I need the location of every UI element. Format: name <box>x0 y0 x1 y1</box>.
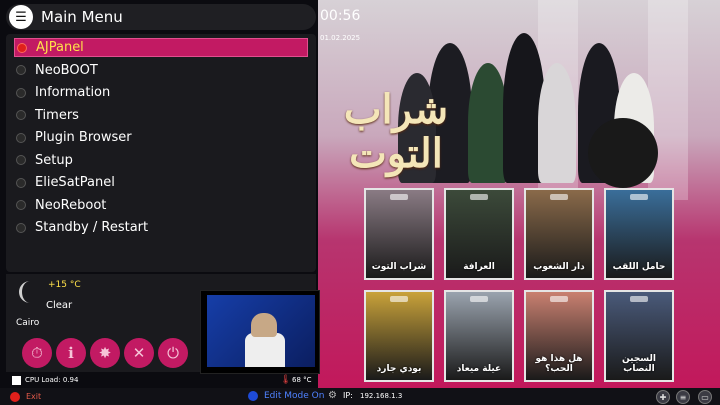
channel-logo-icon <box>630 296 648 302</box>
ip-value: 192.168.1.3 <box>360 392 403 400</box>
poster-tile[interactable]: حامل اللقب <box>604 188 674 280</box>
channel-logo-icon <box>550 296 568 302</box>
power-icon[interactable]: ⏻ <box>158 338 188 368</box>
bullet-icon <box>17 42 27 53</box>
menu-item-label: NeoReboot <box>35 197 107 213</box>
channel-logo-icon <box>390 296 408 302</box>
bullet-icon <box>16 200 26 210</box>
menu-item[interactable]: Information <box>14 83 308 102</box>
text-key-icon[interactable]: ▭ <box>698 390 712 404</box>
menu-item-label: Timers <box>35 107 79 123</box>
menu-key-icon[interactable]: ≡ <box>676 390 690 404</box>
poster-title: بودي جارد <box>376 364 422 374</box>
tv-preview[interactable] <box>200 290 320 374</box>
channel-logo-icon <box>470 194 488 200</box>
exit-button[interactable]: Exit <box>26 392 41 401</box>
menu-item[interactable]: NeoReboot <box>14 196 308 215</box>
cpu-load: CPU Load: 0.94 <box>25 376 79 384</box>
menu-item[interactable]: Standby / Restart <box>14 218 308 237</box>
poster-tile[interactable]: دار الشعوب <box>524 188 594 280</box>
menu-item-label: ElieSatPanel <box>35 175 115 190</box>
poster-title: دار الشعوب <box>533 262 585 272</box>
status-line: CPU Load: 0.94 🌡 68 °C <box>0 372 318 388</box>
clock-time: 00:56 <box>320 8 361 24</box>
poster-title: حامل اللقب <box>612 262 666 272</box>
cast-figure <box>538 63 576 183</box>
menu-item-label: Standby / Restart <box>35 220 149 235</box>
poster-title: عيلة ميعاد <box>456 364 502 374</box>
bullet-icon <box>16 110 26 120</box>
menu-item[interactable]: Setup <box>14 151 308 170</box>
plugins-icon[interactable]: ✸ <box>90 338 120 368</box>
bullet-icon <box>16 132 26 143</box>
network-icon: ⚙ <box>328 390 337 401</box>
timer-icon[interactable]: ⏱ <box>22 338 52 368</box>
ip-label: IP: <box>343 391 353 400</box>
cpu-checkbox-icon <box>12 375 21 385</box>
navigation-icon[interactable]: ✚ <box>656 390 670 404</box>
blue-key-icon[interactable] <box>248 391 258 401</box>
thermometer-icon: 🌡 <box>280 375 292 385</box>
menu-item[interactable]: ElieSatPanel <box>14 173 308 192</box>
red-key-icon[interactable] <box>10 391 20 402</box>
channel-logo-icon <box>630 194 648 200</box>
menu-item-label: Information <box>35 85 111 100</box>
bullet-icon <box>16 65 26 75</box>
cpu-temperature: 68 °C <box>292 376 312 384</box>
moon-icon <box>19 281 30 303</box>
main-menu-panel: ☰ Main Menu AJPanel NeoBOOT Information Tim… <box>6 4 320 374</box>
featured-title-line: شراب <box>343 86 449 133</box>
poster-title: العرافة <box>463 262 495 272</box>
menu-item-label: AJPanel <box>36 40 84 55</box>
featured-title: شراب التوت <box>336 88 456 176</box>
edit-mode-button[interactable]: Edit Mode On <box>264 391 324 401</box>
menu-item[interactable]: AJPanel <box>14 38 308 57</box>
tools-icon[interactable]: ✕ <box>124 338 154 368</box>
bullet-icon <box>16 87 26 98</box>
bullet-icon <box>16 155 26 165</box>
tv-preview-person <box>251 313 277 337</box>
page-title: Main Menu <box>41 8 123 26</box>
menu-item[interactable]: Plugin Browser <box>14 128 308 147</box>
tv-preview-frame <box>207 295 315 367</box>
curtain-decor <box>648 0 688 200</box>
bullet-icon <box>16 177 26 188</box>
poster-tile[interactable]: عيلة ميعاد <box>444 290 514 382</box>
poster-title: شراب التوت <box>371 262 427 272</box>
info-icon[interactable]: ℹ <box>56 338 86 368</box>
menu-item-label: NeoBOOT <box>35 62 98 78</box>
weather-condition: Clear <box>46 300 73 311</box>
bullet-icon <box>16 222 26 233</box>
cast-figure <box>588 118 658 188</box>
channel-logo-icon <box>470 296 488 302</box>
channel-logo-icon <box>550 194 568 200</box>
channel-logo-icon <box>390 194 408 200</box>
weather-temperature: +15 °C <box>48 280 81 290</box>
poster-tile[interactable]: العرافة <box>444 188 514 280</box>
poster-tile[interactable]: السجين النصاب <box>604 290 674 382</box>
poster-title: السجين النصاب <box>622 354 656 374</box>
cast-figure <box>468 63 508 183</box>
menu-list: AJPanel NeoBOOT Information Timers Plugin Br… <box>6 34 316 272</box>
featured-title-line: التوت <box>349 130 443 177</box>
title-bar: ☰ Main Menu <box>6 4 316 30</box>
poster-tile[interactable]: بودي جارد <box>364 290 434 382</box>
poster-tile[interactable]: هل هذا هو الحب؟ <box>524 290 594 382</box>
tv-preview-person <box>245 333 285 367</box>
menu-list-icon: ☰ <box>9 5 33 29</box>
weather-city: Cairo <box>16 318 40 328</box>
menu-item-label: Plugin Browser <box>35 130 132 145</box>
clock-date: 01.02.2025 <box>320 34 361 42</box>
poster-title: هل هذا هو الحب؟ <box>535 354 583 374</box>
poster-tile[interactable]: شراب التوت <box>364 188 434 280</box>
menu-item[interactable]: NeoBOOT <box>14 61 308 80</box>
bottom-bar: Exit Edit Mode On ⚙ IP: 192.168.1.3 ✚ ≡ … <box>0 388 720 405</box>
menu-item[interactable]: Timers <box>14 106 308 125</box>
menu-item-label: Setup <box>35 152 73 168</box>
